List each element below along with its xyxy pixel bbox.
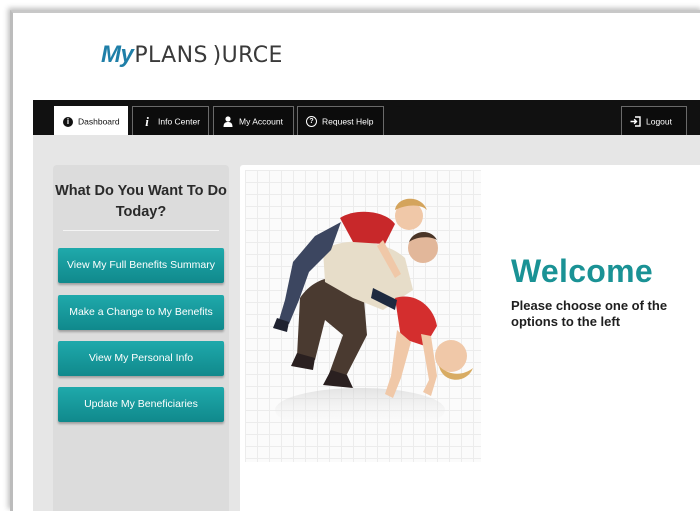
info-icon: i	[145, 114, 149, 130]
view-benefits-summary-button[interactable]: View My Full Benefits Summary	[58, 248, 224, 283]
update-beneficiaries-button[interactable]: Update My Beneficiaries	[58, 387, 224, 422]
tab-request-help[interactable]: ? Request Help	[297, 106, 384, 135]
help-circle-icon: ?	[306, 116, 317, 128]
tab-request-help-label: Request Help	[322, 116, 374, 127]
tab-info-center-label: Info Center	[158, 116, 201, 127]
tab-info-center[interactable]: i Info Center	[132, 106, 209, 135]
main-navbar: i Dashboard i Info Center My Account ? Requ…	[33, 100, 700, 135]
tab-my-account[interactable]: My Account	[213, 106, 294, 135]
sidebar-heading: What Do You Want To Do Today?	[55, 183, 227, 220]
welcome-panel: Welcome Please choose one of the options…	[240, 165, 700, 511]
info-circle-icon: i	[63, 116, 73, 127]
logout-label: Logout	[646, 116, 672, 127]
view-personal-info-button[interactable]: View My Personal Info	[58, 341, 224, 376]
dashboard-content: What Do You Want To Do Today? View My Fu…	[33, 135, 700, 511]
tab-my-account-label: My Account	[239, 116, 283, 127]
sidebar-divider	[63, 230, 219, 231]
action-sidebar: What Do You Want To Do Today? View My Fu…	[53, 165, 229, 511]
logout-button[interactable]: Logout	[621, 106, 687, 135]
logo-prefix: My	[101, 41, 134, 68]
welcome-heading: Welcome	[511, 253, 654, 289]
browser-frame: MyPLANS )URCE i Dashboard i Info Center My…	[10, 10, 700, 511]
user-icon	[222, 107, 234, 136]
logout-icon	[629, 107, 641, 136]
tab-dashboard-label: Dashboard	[78, 116, 120, 127]
family-photo	[245, 170, 481, 462]
tab-dashboard[interactable]: i Dashboard	[54, 106, 128, 135]
logo-wordmark: PLANS )URCE	[134, 43, 283, 68]
change-benefits-button[interactable]: Make a Change to My Benefits	[58, 295, 224, 330]
welcome-instruction: Please choose one of the options to the …	[511, 298, 668, 329]
myplansource-logo[interactable]: MyPLANS )URCE	[101, 41, 283, 81]
